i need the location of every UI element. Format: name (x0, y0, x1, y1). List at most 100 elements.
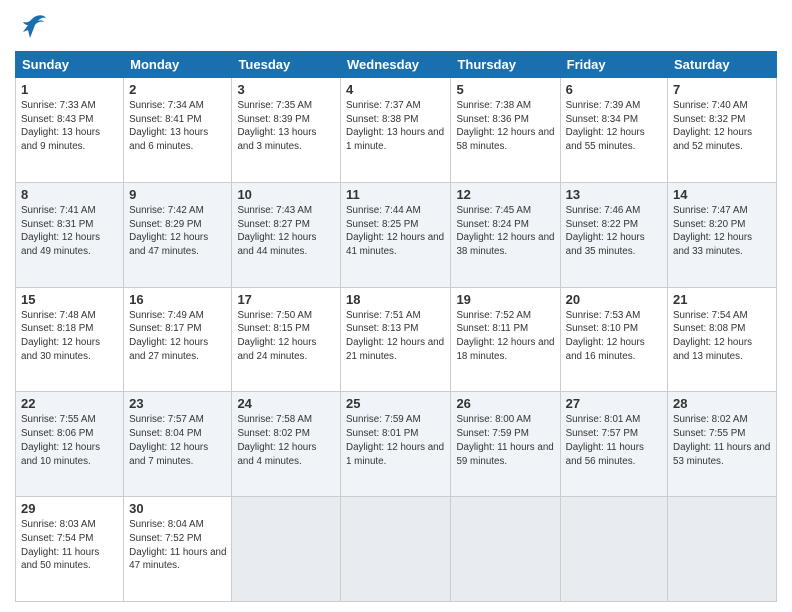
day-info: Sunrise: 7:38 AMSunset: 8:36 PMDaylight:… (456, 99, 554, 154)
col-header-sunday: Sunday (16, 52, 124, 78)
day-number: 14 (673, 187, 771, 202)
col-header-friday: Friday (560, 52, 667, 78)
calendar-cell: 10Sunrise: 7:43 AMSunset: 8:27 PMDayligh… (232, 182, 341, 287)
calendar-cell: 8 Sunrise: 7:41 AMSunset: 8:31 PMDaylight… (16, 182, 124, 287)
day-number: 8 (21, 187, 118, 202)
calendar-table: SundayMondayTuesdayWednesdayThursdayFrid… (15, 51, 777, 602)
calendar-cell: 21 Sunrise: 7:54 AMSunset: 8:08 PMDayligh… (668, 287, 777, 392)
day-info: Sunrise: 7:54 AMSunset: 8:08 PMDaylight:… (673, 309, 771, 364)
day-number: 3 (237, 82, 335, 97)
calendar-cell: 29Sunrise: 8:03 AMSunset: 7:54 PMDayligh… (16, 497, 124, 602)
day-number: 26 (456, 396, 554, 411)
day-number: 22 (21, 396, 118, 411)
calendar-cell: 15Sunrise: 7:48 AMSunset: 8:18 PMDayligh… (16, 287, 124, 392)
day-info: Sunrise: 7:39 AMSunset: 8:34 PMDaylight:… (566, 99, 662, 154)
calendar-cell: 9 Sunrise: 7:42 AMSunset: 8:29 PMDaylight… (124, 182, 232, 287)
calendar-cell: 11Sunrise: 7:44 AMSunset: 8:25 PMDayligh… (341, 182, 451, 287)
calendar-cell (668, 497, 777, 602)
calendar-cell: 7 Sunrise: 7:40 AMSunset: 8:32 PMDaylight… (668, 78, 777, 183)
day-number: 28 (673, 396, 771, 411)
day-info: Sunrise: 7:57 AMSunset: 8:04 PMDaylight:… (129, 413, 226, 468)
calendar-cell: 6 Sunrise: 7:39 AMSunset: 8:34 PMDaylight… (560, 78, 667, 183)
day-info: Sunrise: 7:55 AMSunset: 8:06 PMDaylight:… (21, 413, 118, 468)
calendar-cell: 14 Sunrise: 7:47 AMSunset: 8:20 PMDayligh… (668, 182, 777, 287)
calendar-cell: 25 Sunrise: 7:59 AMSunset: 8:01 PMDayligh… (341, 392, 451, 497)
calendar-week-row: 29Sunrise: 8:03 AMSunset: 7:54 PMDayligh… (16, 497, 777, 602)
page: SundayMondayTuesdayWednesdayThursdayFrid… (0, 0, 792, 612)
calendar-cell: 30 Sunrise: 8:04 AMSunset: 7:52 PMDayligh… (124, 497, 232, 602)
day-info: Sunrise: 8:01 AMSunset: 7:57 PMDaylight:… (566, 413, 662, 468)
day-info: Sunrise: 8:00 AMSunset: 7:59 PMDaylight:… (456, 413, 554, 468)
day-number: 5 (456, 82, 554, 97)
calendar-cell: 19Sunrise: 7:52 AMSunset: 8:11 PMDayligh… (451, 287, 560, 392)
day-number: 10 (237, 187, 335, 202)
calendar-week-row: 22 Sunrise: 7:55 AMSunset: 8:06 PMDayligh… (16, 392, 777, 497)
col-header-wednesday: Wednesday (341, 52, 451, 78)
day-info: Sunrise: 7:40 AMSunset: 8:32 PMDaylight:… (673, 99, 771, 154)
calendar-cell: 16Sunrise: 7:49 AMSunset: 8:17 PMDayligh… (124, 287, 232, 392)
col-header-monday: Monday (124, 52, 232, 78)
day-number: 29 (21, 501, 118, 516)
day-number: 21 (673, 292, 771, 307)
logo (15, 14, 48, 45)
day-number: 13 (566, 187, 662, 202)
day-number: 18 (346, 292, 445, 307)
day-number: 19 (456, 292, 554, 307)
calendar-cell (232, 497, 341, 602)
calendar-header-row: SundayMondayTuesdayWednesdayThursdayFrid… (16, 52, 777, 78)
day-number: 9 (129, 187, 226, 202)
day-info: Sunrise: 7:47 AMSunset: 8:20 PMDaylight:… (673, 204, 771, 259)
calendar-cell: 3 Sunrise: 7:35 AMSunset: 8:39 PMDaylight… (232, 78, 341, 183)
calendar-cell: 22 Sunrise: 7:55 AMSunset: 8:06 PMDayligh… (16, 392, 124, 497)
day-number: 16 (129, 292, 226, 307)
calendar-cell: 20 Sunrise: 7:53 AMSunset: 8:10 PMDayligh… (560, 287, 667, 392)
day-number: 2 (129, 82, 226, 97)
day-info: Sunrise: 7:41 AMSunset: 8:31 PMDaylight:… (21, 204, 118, 259)
day-number: 24 (237, 396, 335, 411)
day-info: Sunrise: 7:58 AMSunset: 8:02 PMDaylight:… (237, 413, 335, 468)
day-number: 17 (237, 292, 335, 307)
calendar-cell: 26 Sunrise: 8:00 AMSunset: 7:59 PMDayligh… (451, 392, 560, 497)
calendar-cell: 27 Sunrise: 8:01 AMSunset: 7:57 PMDayligh… (560, 392, 667, 497)
day-number: 30 (129, 501, 226, 516)
calendar-week-row: 8 Sunrise: 7:41 AMSunset: 8:31 PMDaylight… (16, 182, 777, 287)
col-header-saturday: Saturday (668, 52, 777, 78)
day-number: 27 (566, 396, 662, 411)
day-info: Sunrise: 7:46 AMSunset: 8:22 PMDaylight:… (566, 204, 662, 259)
day-number: 20 (566, 292, 662, 307)
day-number: 1 (21, 82, 118, 97)
day-info: Sunrise: 7:44 AMSunset: 8:25 PMDaylight:… (346, 204, 445, 259)
day-number: 4 (346, 82, 445, 97)
calendar-cell: 2 Sunrise: 7:34 AMSunset: 8:41 PMDaylight… (124, 78, 232, 183)
calendar-cell: 5 Sunrise: 7:38 AMSunset: 8:36 PMDaylight… (451, 78, 560, 183)
col-header-tuesday: Tuesday (232, 52, 341, 78)
calendar-week-row: 15Sunrise: 7:48 AMSunset: 8:18 PMDayligh… (16, 287, 777, 392)
calendar-cell (451, 497, 560, 602)
col-header-thursday: Thursday (451, 52, 560, 78)
day-number: 15 (21, 292, 118, 307)
day-info: Sunrise: 7:33 AMSunset: 8:43 PMDaylight:… (21, 99, 118, 154)
day-number: 7 (673, 82, 771, 97)
day-number: 23 (129, 396, 226, 411)
calendar-cell: 12 Sunrise: 7:45 AMSunset: 8:24 PMDayligh… (451, 182, 560, 287)
calendar-cell: 1 Sunrise: 7:33 AMSunset: 8:43 PMDaylight… (16, 78, 124, 183)
calendar-week-row: 1 Sunrise: 7:33 AMSunset: 8:43 PMDaylight… (16, 78, 777, 183)
calendar-cell: 23 Sunrise: 7:57 AMSunset: 8:04 PMDayligh… (124, 392, 232, 497)
calendar-cell: 28 Sunrise: 8:02 AMSunset: 7:55 PMDayligh… (668, 392, 777, 497)
day-info: Sunrise: 7:42 AMSunset: 8:29 PMDaylight:… (129, 204, 226, 259)
day-info: Sunrise: 8:02 AMSunset: 7:55 PMDaylight:… (673, 413, 771, 468)
day-info: Sunrise: 7:45 AMSunset: 8:24 PMDaylight:… (456, 204, 554, 259)
calendar-cell: 4Sunrise: 7:37 AMSunset: 8:38 PMDaylight… (341, 78, 451, 183)
day-info: Sunrise: 8:04 AMSunset: 7:52 PMDaylight:… (129, 518, 226, 573)
day-number: 6 (566, 82, 662, 97)
day-info: Sunrise: 7:35 AMSunset: 8:39 PMDaylight:… (237, 99, 335, 154)
calendar-cell (560, 497, 667, 602)
day-info: Sunrise: 7:53 AMSunset: 8:10 PMDaylight:… (566, 309, 662, 364)
calendar-cell (341, 497, 451, 602)
logo-bird-icon (18, 10, 48, 45)
day-number: 25 (346, 396, 445, 411)
day-info: Sunrise: 7:59 AMSunset: 8:01 PMDaylight:… (346, 413, 445, 468)
calendar-cell: 24 Sunrise: 7:58 AMSunset: 8:02 PMDayligh… (232, 392, 341, 497)
day-number: 12 (456, 187, 554, 202)
day-info: Sunrise: 7:34 AMSunset: 8:41 PMDaylight:… (129, 99, 226, 154)
